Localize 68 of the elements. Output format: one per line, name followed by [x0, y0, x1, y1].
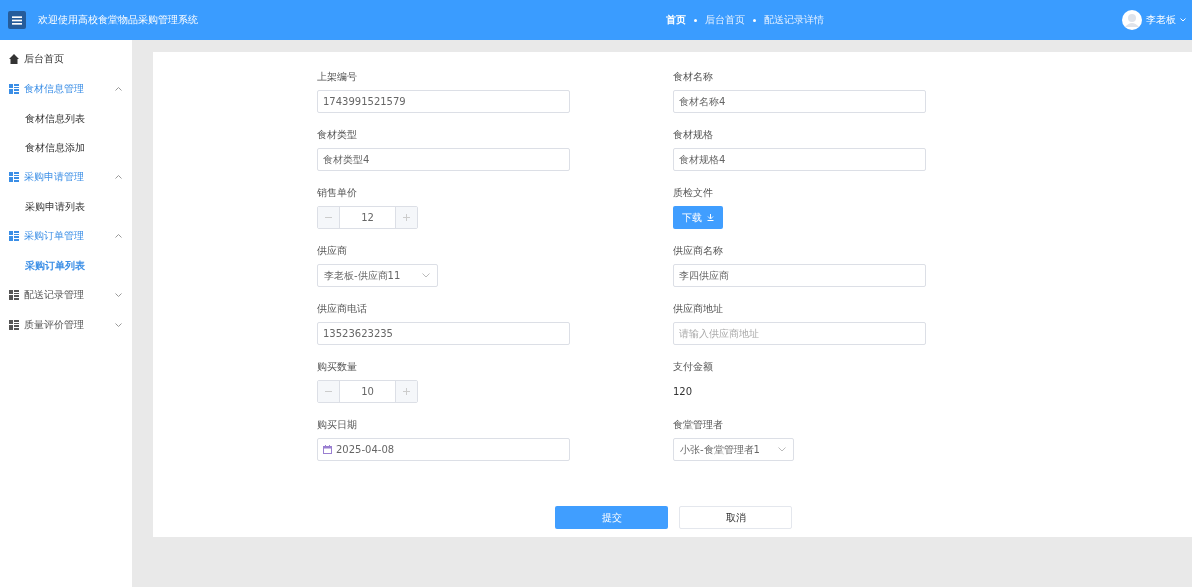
decrement-button[interactable] — [318, 207, 339, 228]
chevron-down-icon — [778, 447, 786, 452]
grid-icon — [9, 290, 19, 300]
chevron-down-icon — [115, 293, 122, 297]
field-label: 食材规格 — [673, 128, 714, 142]
field-label: 供应商名称 — [673, 244, 724, 258]
field-label: 供应商电话 — [317, 302, 368, 316]
grid-icon — [9, 172, 19, 182]
input-field[interactable]: 请输入供应商地址 — [673, 322, 926, 345]
number-stepper[interactable]: 10 — [317, 380, 418, 403]
field-label: 购买日期 — [317, 418, 358, 432]
grid-icon — [9, 231, 19, 241]
menu-button[interactable] — [8, 11, 26, 29]
grid-icon — [9, 84, 19, 94]
input-field[interactable]: 食材规格4 — [673, 148, 926, 171]
menu-icon — [12, 15, 22, 25]
caret-icon — [1180, 18, 1186, 22]
decrement-button[interactable] — [318, 381, 339, 402]
sidebar-item[interactable]: 质量评价管理 — [0, 310, 132, 340]
avatar-icon — [1122, 10, 1142, 30]
field-label: 供应商地址 — [673, 302, 724, 316]
field-label: 食堂管理者 — [673, 418, 724, 432]
sidebar-item[interactable]: 食材信息管理 — [0, 74, 132, 104]
field-label: 上架编号 — [317, 70, 358, 84]
sidebar-subitem[interactable]: 食材信息列表 — [0, 104, 132, 133]
download-icon — [707, 214, 714, 221]
sidebar-item[interactable]: 采购申请管理 — [0, 162, 132, 192]
input-field[interactable]: 1743991521579 — [317, 90, 570, 113]
input-field[interactable]: 食材名称4 — [673, 90, 926, 113]
sidebar-item[interactable]: 配送记录管理 — [0, 280, 132, 310]
field-label: 供应商 — [317, 244, 348, 258]
cancel-button[interactable]: 取消 — [679, 506, 792, 529]
field-label: 质检文件 — [673, 186, 714, 200]
select-field[interactable]: 李老板-供应商11 — [317, 264, 438, 287]
field-label: 购买数量 — [317, 360, 358, 374]
minus-icon — [325, 391, 332, 392]
sidebar-item[interactable]: 采购订单管理 — [0, 221, 132, 251]
chevron-up-icon — [115, 87, 122, 91]
plus-icon — [403, 214, 410, 221]
increment-button[interactable] — [396, 207, 417, 228]
minus-icon — [325, 217, 332, 218]
calendar-icon — [323, 445, 332, 454]
increment-button[interactable] — [396, 381, 417, 402]
chevron-down-icon — [422, 273, 430, 278]
field-label: 支付金额 — [673, 360, 714, 374]
number-stepper[interactable]: 12 — [317, 206, 418, 229]
plus-icon — [403, 388, 410, 395]
chevron-down-icon — [115, 323, 122, 327]
chevron-up-icon — [115, 175, 122, 179]
sidebar-subitem[interactable]: 食材信息添加 — [0, 133, 132, 162]
input-field[interactable]: 13523623235 — [317, 322, 570, 345]
sidebar-item[interactable]: 后台首页 — [0, 44, 132, 74]
field-label: 销售单价 — [317, 186, 358, 200]
chevron-up-icon — [115, 234, 122, 238]
amount-value: 120 — [673, 385, 694, 399]
field-label: 食材类型 — [317, 128, 358, 142]
sidebar-subitem[interactable]: 采购订单列表 — [0, 251, 132, 280]
dot-separator-icon — [753, 18, 756, 22]
date-field[interactable]: 2025-04-08 — [317, 438, 570, 461]
home-icon — [9, 54, 19, 64]
field-label: 食材名称 — [673, 70, 714, 84]
input-field[interactable]: 李四供应商 — [673, 264, 926, 287]
dot-separator-icon — [694, 18, 697, 22]
app-title: 欢迎使用高校食堂物品采购管理系统 — [38, 13, 198, 27]
sidebar-subitem[interactable]: 采购申请列表 — [0, 192, 132, 221]
input-field[interactable]: 食材类型4 — [317, 148, 570, 171]
grid-icon — [9, 320, 19, 330]
select-field[interactable]: 小张-食堂管理者1 — [673, 438, 794, 461]
